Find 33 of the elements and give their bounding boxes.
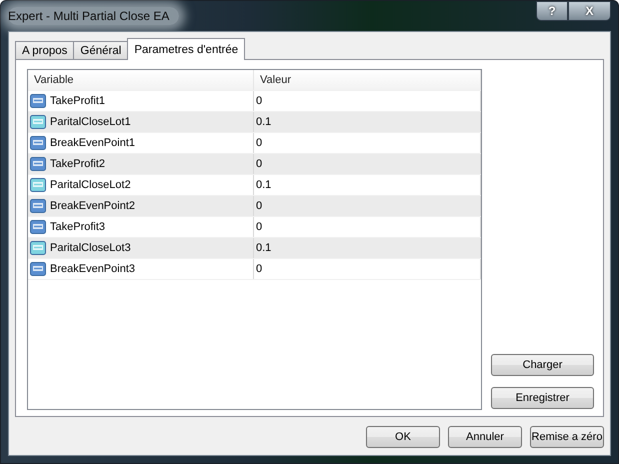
reset-button[interactable]: Remise a zéro — [530, 426, 604, 448]
variable-name: TakeProfit3 — [50, 221, 106, 233]
load-button[interactable]: Charger — [491, 354, 594, 376]
variable-value[interactable]: 0.1 — [256, 179, 272, 191]
variable-name: BreakEvenPoint2 — [50, 200, 135, 212]
fraction-type-icon — [30, 241, 46, 255]
variable-value[interactable]: 0 — [256, 200, 262, 212]
tab[interactable]: Général — [73, 41, 128, 60]
variable-name: BreakEvenPoint1 — [50, 137, 135, 149]
variable-name: ParitalCloseLot1 — [50, 116, 131, 128]
cancel-button[interactable]: Annuler — [448, 426, 522, 448]
variable-value[interactable]: 0 — [256, 263, 262, 275]
variable-value[interactable]: 0 — [256, 158, 262, 170]
tab[interactable]: Parametres d'entrée — [127, 38, 246, 60]
variable-name: BreakEvenPoint3 — [50, 263, 135, 275]
tab[interactable]: A propos — [15, 41, 74, 60]
variable-value[interactable]: 0.1 — [256, 116, 272, 128]
variable-name: TakeProfit2 — [50, 158, 106, 170]
column-header[interactable]: Valeur — [254, 70, 481, 90]
window-title: Expert - Multi Partial Close EA — [8, 7, 180, 25]
ok-button[interactable]: OK — [366, 426, 440, 448]
number-type-icon — [30, 199, 46, 213]
column-header[interactable]: Variable — [28, 70, 254, 90]
variable-name: TakeProfit1 — [50, 95, 106, 107]
variable-value[interactable]: 0.1 — [256, 242, 272, 254]
variable-value[interactable]: 0 — [256, 137, 262, 149]
variable-name: ParitalCloseLot3 — [50, 242, 131, 254]
variable-name: ParitalCloseLot2 — [50, 179, 131, 191]
fraction-type-icon — [30, 115, 46, 129]
number-type-icon — [30, 157, 46, 171]
save-button[interactable]: Enregistrer — [491, 387, 594, 409]
variable-value[interactable]: 0 — [256, 95, 262, 107]
variable-value[interactable]: 0 — [256, 221, 262, 233]
